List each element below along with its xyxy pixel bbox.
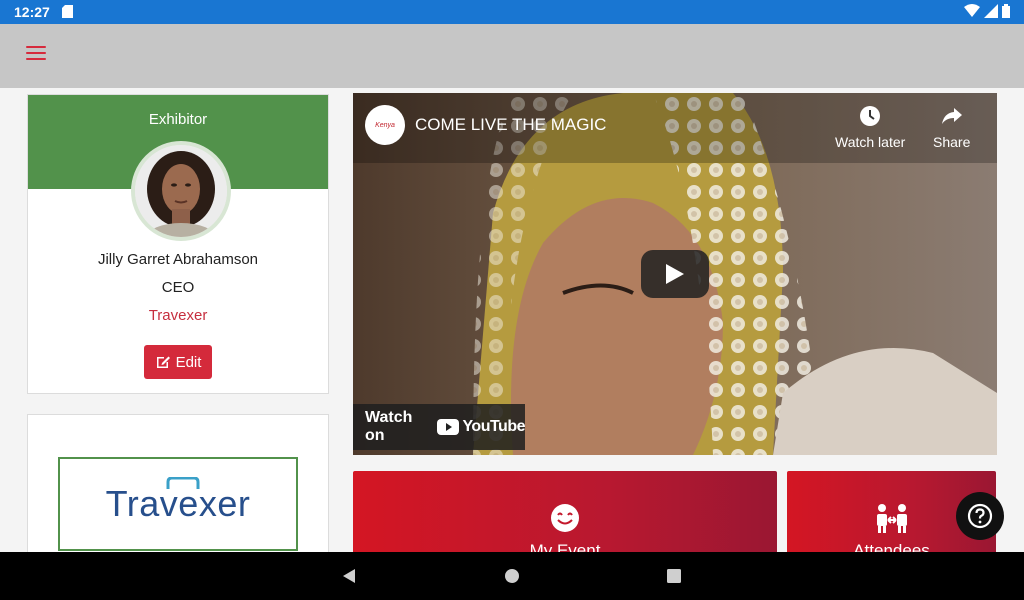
suitcase-handle-icon [166, 477, 200, 489]
profile-name: Jilly Garret Abrahamson [97, 251, 259, 268]
youtube-video-player[interactable]: Kenya COME LIVE THE MAGIC Watch later Sh… [353, 93, 997, 455]
share-label: Share [933, 134, 971, 150]
sd-card-icon [62, 5, 73, 18]
sponsor-logo-card[interactable]: Travexer [27, 414, 329, 552]
avatar [131, 141, 231, 241]
clock-icon [860, 106, 881, 126]
edit-icon [156, 356, 170, 368]
watch-on-youtube-button[interactable]: Watch on YouTube [353, 404, 525, 450]
signal-icon [984, 4, 998, 18]
youtube-label: YouTube [462, 418, 525, 435]
sponsor-logo: Travexer [58, 457, 298, 551]
smile-icon [551, 504, 579, 532]
status-time: 12:27 [14, 4, 50, 20]
sponsor-logo-text: Travexer [105, 483, 251, 524]
hamburger-menu-icon[interactable] [26, 46, 46, 62]
play-button[interactable] [641, 250, 709, 298]
help-icon [967, 503, 993, 529]
back-icon[interactable] [341, 568, 357, 584]
watch-later-label: Watch later [835, 134, 906, 150]
status-icons [964, 4, 1010, 18]
battery-icon [1002, 4, 1010, 18]
share-button[interactable]: Share [933, 105, 970, 150]
video-title[interactable]: COME LIVE THE MAGIC [415, 115, 606, 135]
help-button[interactable] [956, 492, 1004, 540]
main-content[interactable]: Exhibitor Jilly Garret Abrahamson CEO Tr… [0, 88, 1024, 552]
youtube-logo-icon [437, 419, 460, 435]
edit-button[interactable]: Edit [144, 345, 212, 379]
watch-later-button[interactable]: Watch later [835, 105, 905, 150]
channel-logo[interactable]: Kenya [365, 105, 405, 145]
wifi-icon [964, 4, 980, 17]
exhibitor-profile-card: Exhibitor Jilly Garret Abrahamson CEO Tr… [27, 94, 329, 394]
profile-job-title: CEO [161, 279, 195, 296]
status-bar: 12:27 [0, 0, 1024, 24]
attendees-label: Attendees [853, 541, 930, 552]
play-icon [666, 264, 684, 284]
system-navigation-bar [0, 552, 1024, 600]
profile-role: Exhibitor [148, 111, 208, 128]
profile-company-link[interactable]: Travexer [28, 307, 328, 324]
edit-button-label: Edit [175, 353, 202, 371]
my-event-label: My Event [529, 541, 601, 552]
my-event-tile[interactable]: My Event [353, 471, 777, 552]
share-icon [941, 108, 962, 124]
people-icon [876, 504, 907, 533]
home-icon[interactable] [504, 568, 520, 584]
recents-icon[interactable] [666, 568, 682, 584]
app-bar [0, 24, 1024, 88]
watch-on-label: Watch on [365, 409, 413, 444]
